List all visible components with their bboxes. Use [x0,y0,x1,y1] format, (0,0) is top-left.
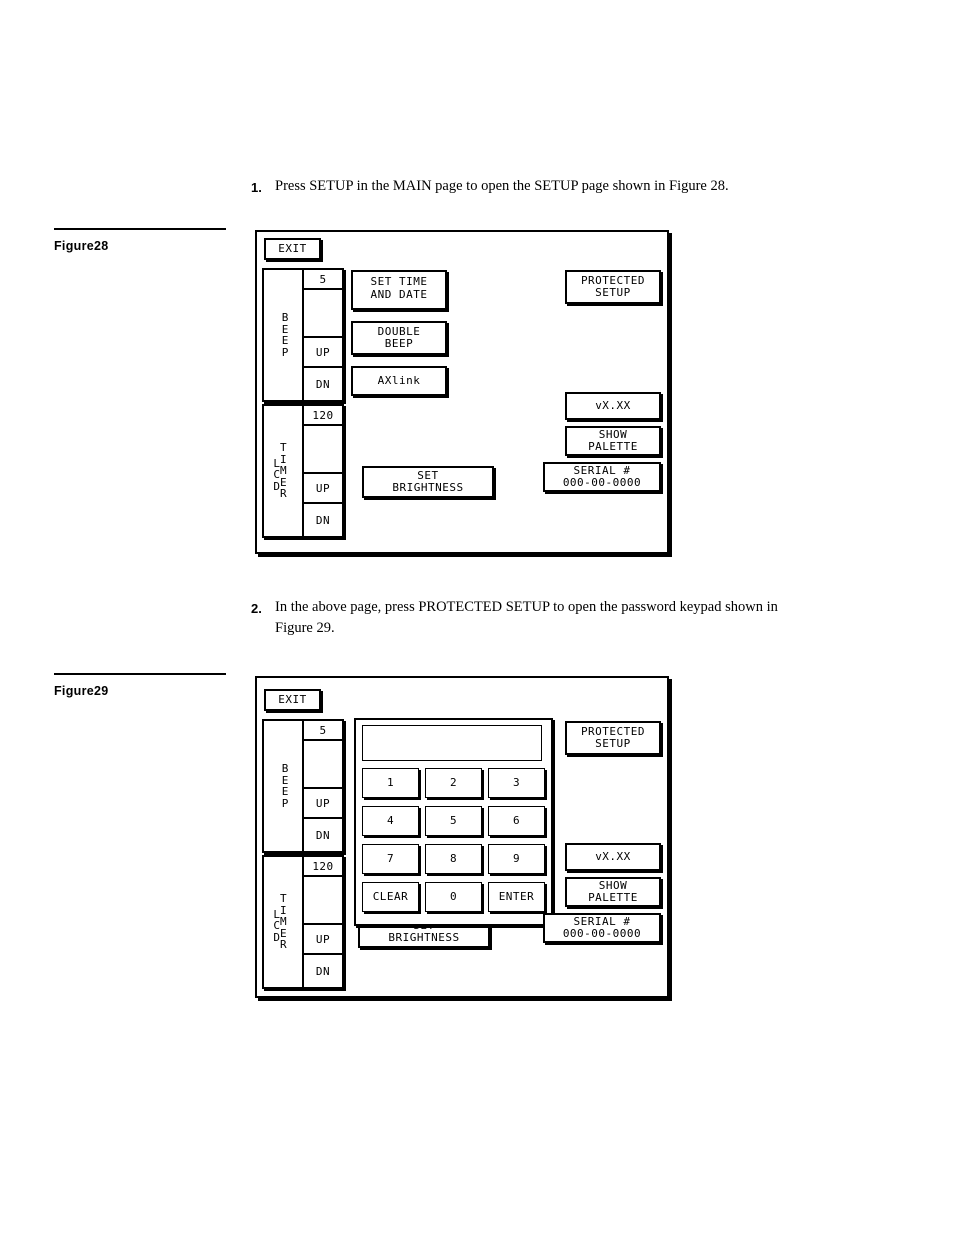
figure-28-caption: Figure28 [54,228,226,253]
lcd-timer-spinner-group: LCD TIMER 120 UP DN [262,855,344,989]
show-palette-button[interactable]: SHOW PALETTE [565,877,661,907]
exit-button-label: EXIT [278,241,307,255]
firmware-version-label: vX.XX [595,849,631,863]
beep-spacer [304,741,342,789]
step-2-text: In the above page, press PROTECTED SETUP… [275,599,778,636]
figure-29-label: Figure29 [54,684,109,698]
step-2-number: 2. [251,601,262,616]
password-keypad-page-panel: EXIT BEEP 5 UP DN LCD TIMER 120 UP DN SE… [255,676,669,998]
beep-spinner-cells: 5 UP DN [302,270,342,400]
set-time-and-date-button[interactable]: SET TIME AND DATE [351,270,447,310]
firmware-version-button[interactable]: vX.XX [565,392,661,420]
key-8[interactable]: 8 [425,844,482,874]
instruction-step-1: 1. Press SETUP in the MAIN page to open … [251,176,815,198]
key-clear[interactable]: CLEAR [362,882,419,912]
axlink-label: AXlink [377,373,421,387]
lcd-timer-spinner-group: LCD TIMER 120 UP DN [262,404,344,538]
double-beep-label: DOUBLE BEEP [377,324,421,350]
set-brightness-label: SETBRIGHTNESS [392,468,464,494]
timer-label-vertical: TIMER [280,441,287,501]
show-palette-button[interactable]: SHOW PALETTE [565,426,661,456]
figure-29-caption: Figure29 [54,673,226,698]
serial-number-button[interactable]: SERIAL #000-00-0000 [543,462,661,492]
lcd-timer-spacer [304,426,342,474]
key-9[interactable]: 9 [488,844,545,874]
key-6[interactable]: 6 [488,806,545,836]
lcd-timer-value: 120 [304,406,342,426]
show-palette-label: SHOW PALETTE [588,427,638,453]
serial-number-label: SERIAL #000-00-0000 [562,914,642,940]
key-5[interactable]: 5 [425,806,482,836]
lcd-timer-up-button[interactable]: UP [304,925,342,955]
set-time-and-date-label: SET TIME AND DATE [370,275,428,301]
step-1-text: Press SETUP in the MAIN page to open the… [275,178,729,194]
set-brightness-button[interactable]: SETBRIGHTNESS [362,466,494,498]
axlink-button[interactable]: AXlink [351,366,447,396]
step-1-number: 1. [251,180,262,195]
beep-down-button[interactable]: DN [304,819,342,851]
key-2[interactable]: 2 [425,768,482,798]
lcd-timer-spacer [304,877,342,925]
exit-button[interactable]: EXIT [264,238,321,260]
protected-setup-button[interactable]: PROTECTED SETUP [565,270,661,304]
lcd-timer-spinner-cells: 120 UP DN [302,857,342,987]
beep-spinner-cells: 5 UP DN [302,721,342,851]
exit-button-label: EXIT [278,692,307,706]
key-4[interactable]: 4 [362,806,419,836]
lcd-timer-up-button[interactable]: UP [304,474,342,504]
lcd-timer-group-label: LCD TIMER [264,857,306,987]
serial-number-label: SERIAL #000-00-0000 [562,463,642,489]
key-3[interactable]: 3 [488,768,545,798]
protected-setup-label: PROTECTED SETUP [580,724,646,750]
exit-button[interactable]: EXIT [264,689,321,711]
protected-setup-button[interactable]: PROTECTED SETUP [565,721,661,755]
key-1[interactable]: 1 [362,768,419,798]
key-7[interactable]: 7 [362,844,419,874]
beep-up-button[interactable]: UP [304,789,342,819]
beep-spinner-group: BEEP 5 UP DN [262,719,344,853]
password-keypad: 1 2 3 4 5 6 7 8 9 CLEAR 0 ENTER [354,718,553,926]
beep-value: 5 [304,270,342,290]
timer-label-vertical: TIMER [280,892,287,952]
lcd-timer-down-button[interactable]: DN [304,955,342,987]
lcd-timer-down-button[interactable]: DN [304,504,342,536]
lcd-label-vertical: LCD [273,907,280,944]
beep-label-vertical: BEEP [281,762,289,810]
keypad-display[interactable] [362,725,542,761]
beep-value: 5 [304,721,342,741]
beep-group-label: BEEP [264,270,306,400]
lcd-timer-spinner-cells: 120 UP DN [302,406,342,536]
show-palette-label: SHOW PALETTE [588,878,638,904]
double-beep-button[interactable]: DOUBLE BEEP [351,321,447,355]
beep-label-vertical: BEEP [281,311,289,359]
serial-number-button[interactable]: SERIAL #000-00-0000 [543,913,661,943]
figure-28-label: Figure28 [54,239,109,253]
lcd-timer-value: 120 [304,857,342,877]
firmware-version-label: vX.XX [595,398,631,412]
beep-spinner-group: BEEP 5 UP DN [262,268,344,402]
lcd-timer-group-label: LCD TIMER [264,406,306,536]
beep-spacer [304,290,342,338]
beep-up-button[interactable]: UP [304,338,342,368]
beep-group-label: BEEP [264,721,306,851]
setup-page-panel: EXIT BEEP 5 UP DN LCD TIMER 120 UP DN SE… [255,230,669,554]
instruction-step-2: 2. In the above page, press PROTECTED SE… [251,597,815,639]
key-enter[interactable]: ENTER [488,882,545,912]
protected-setup-label: PROTECTED SETUP [580,273,646,299]
beep-down-button[interactable]: DN [304,368,342,400]
firmware-version-button[interactable]: vX.XX [565,843,661,871]
key-0[interactable]: 0 [425,882,482,912]
lcd-label-vertical: LCD [273,456,280,493]
